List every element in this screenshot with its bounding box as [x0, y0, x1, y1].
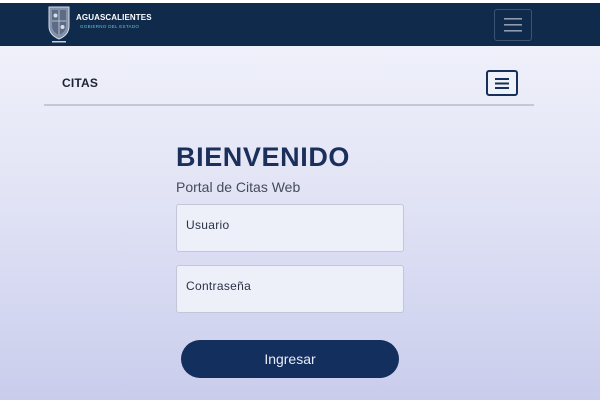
password-field[interactable]: Contraseña — [176, 265, 404, 313]
brand-name: AGUASCALIENTES — [76, 13, 152, 22]
hamburger-icon — [495, 77, 509, 89]
username-label: Usuario — [186, 218, 230, 232]
main-menu-toggle-button[interactable] — [494, 9, 532, 41]
portal-subheading: Portal de Citas Web — [176, 179, 301, 195]
username-input[interactable] — [186, 233, 394, 247]
section-navbar: CITAS — [44, 62, 534, 106]
login-page: AGUASCALIENTES GOBIERNO DEL ESTADO CITAS… — [0, 0, 600, 400]
section-menu-toggle-button[interactable] — [486, 70, 518, 96]
hamburger-icon — [504, 18, 522, 32]
brand-subtitle: GOBIERNO DEL ESTADO — [80, 24, 140, 29]
login-submit-button[interactable]: Ingresar — [181, 340, 399, 378]
password-label: Contraseña — [186, 279, 252, 293]
password-input[interactable] — [186, 294, 394, 308]
section-title[interactable]: CITAS — [62, 76, 98, 90]
welcome-heading: BIENVENIDO — [176, 142, 351, 172]
state-coat-of-arms-logo[interactable] — [46, 4, 72, 44]
top-navbar: AGUASCALIENTES GOBIERNO DEL ESTADO — [0, 0, 600, 46]
username-field[interactable]: Usuario — [176, 204, 404, 252]
